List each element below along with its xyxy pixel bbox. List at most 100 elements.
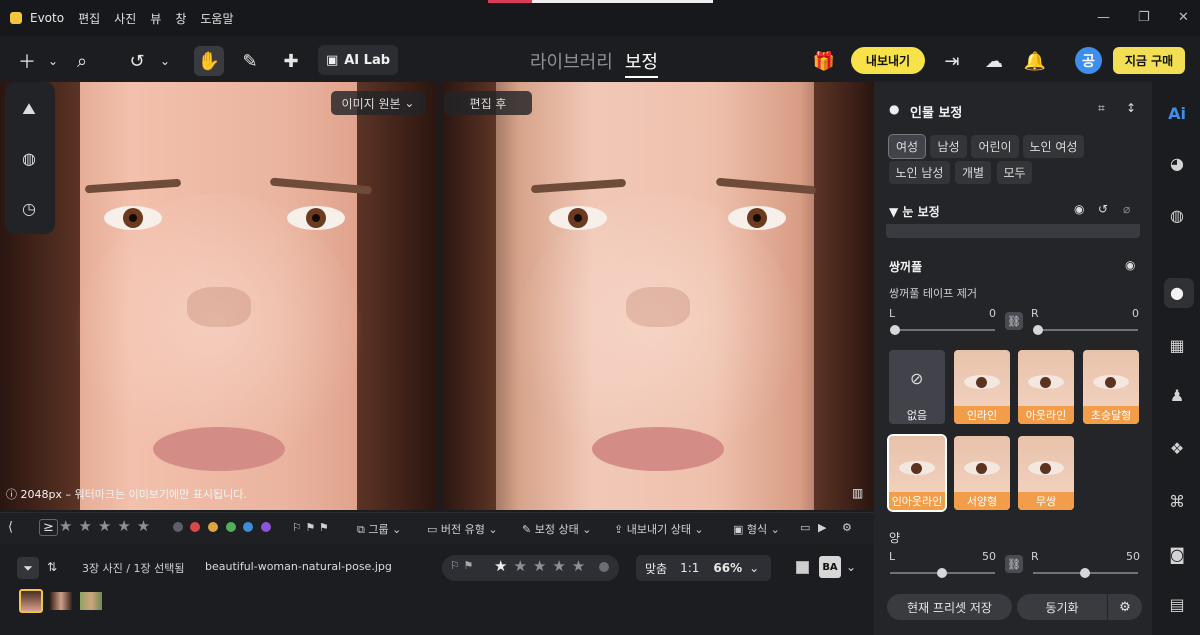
shirt-icon[interactable]: ♟: [1167, 386, 1187, 406]
chevron-down-icon[interactable]: ⌄: [846, 560, 856, 574]
sort-icon[interactable]: ⇅: [47, 560, 57, 574]
chip-elderly-female[interactable]: 노인 여성: [1023, 135, 1084, 158]
face-icon[interactable]: ●: [1167, 283, 1187, 303]
chip-male[interactable]: 남성: [930, 135, 967, 158]
eye-tool-strip[interactable]: [886, 224, 1140, 238]
tape-left-slider[interactable]: [890, 325, 995, 335]
hand-tool-icon[interactable]: ✋: [194, 46, 224, 76]
single-view-icon[interactable]: [796, 561, 809, 574]
more-filter-icon[interactable]: ▭: [800, 521, 810, 534]
filter-format[interactable]: ▣ 형식 ⌄: [733, 521, 780, 537]
cloud-icon[interactable]: ☁: [979, 46, 1009, 76]
double-lid-visibility-icon[interactable]: ◉: [1125, 258, 1135, 272]
right-arrow-icon[interactable]: ▶: [818, 521, 826, 534]
eraser-icon[interactable]: ⌀: [1123, 202, 1130, 216]
chevron-down-icon[interactable]: ⌄: [749, 561, 759, 575]
undo-icon[interactable]: ↺: [122, 46, 152, 76]
menu-window[interactable]: 창: [175, 10, 186, 27]
gift-icon[interactable]: 🎁: [809, 46, 839, 76]
link-icon[interactable]: ⛓: [1005, 555, 1023, 573]
avatar[interactable]: 공: [1075, 47, 1102, 74]
original-photo[interactable]: [0, 82, 437, 510]
scan-face-icon[interactable]: ⌗: [1098, 101, 1105, 116]
landscape-icon[interactable]: ⛰: [17, 99, 41, 123]
bell-icon[interactable]: 🔔: [1020, 46, 1050, 76]
color-yellow[interactable]: [208, 522, 218, 532]
filter-icon[interactable]: ⏷: [17, 557, 39, 579]
menu-view[interactable]: 뷰: [150, 10, 161, 27]
amount-left-slider[interactable]: [890, 568, 995, 578]
one-to-one-button[interactable]: 1:1: [680, 561, 699, 575]
texture-icon[interactable]: ◍: [1167, 206, 1187, 226]
original-view-select[interactable]: 이미지 원본 ⌄: [331, 91, 425, 115]
retouch-brush-icon[interactable]: ✎: [235, 46, 265, 76]
color-none[interactable]: [173, 522, 183, 532]
flag-pill-icons[interactable]: ⚐ ⚑: [450, 559, 473, 572]
preset-monolid[interactable]: 무쌍: [1018, 436, 1074, 510]
color-red[interactable]: [190, 522, 200, 532]
filter-edit-status[interactable]: ✎ 보정 상태 ⌄: [522, 521, 591, 537]
restore-icon[interactable]: ❐: [1138, 10, 1150, 25]
preset-outline[interactable]: 아웃라인: [1018, 350, 1074, 424]
split-view-icon[interactable]: ▥: [852, 486, 863, 500]
flag-icons[interactable]: ⚐ ⚑ ⚑: [292, 521, 329, 534]
close-icon[interactable]: ✕: [1178, 10, 1189, 25]
link-icon[interactable]: ⛓: [1005, 312, 1023, 330]
color-blue[interactable]: [243, 522, 253, 532]
save-preset-button[interactable]: 현재 프리셋 저장: [887, 594, 1012, 620]
menu-photo[interactable]: 사진: [114, 10, 136, 27]
chip-individual[interactable]: 개별: [955, 161, 991, 184]
filmstrip-thumb[interactable]: [80, 592, 102, 610]
compare-view-button[interactable]: BA: [819, 556, 841, 578]
left-arrow-icon[interactable]: ⟨: [8, 520, 13, 535]
preset-crescent[interactable]: 초승달형: [1083, 350, 1139, 424]
preset-none[interactable]: ⊘ 없음: [889, 350, 945, 424]
buy-now-button[interactable]: 지금 구매: [1113, 47, 1185, 74]
filter-export-status[interactable]: ⇪ 내보내기 상태 ⌄: [614, 521, 704, 537]
chip-female[interactable]: 여성: [888, 134, 926, 159]
crop-icon[interactable]: ⌘: [1167, 492, 1187, 512]
preset-inline[interactable]: 인라인: [954, 350, 1010, 424]
ai-icon[interactable]: Ai: [1167, 104, 1187, 124]
chip-child[interactable]: 어린이: [971, 135, 1019, 158]
color-green[interactable]: [226, 522, 236, 532]
menu-help[interactable]: 도움말: [200, 10, 233, 27]
chip-elderly-male[interactable]: 노인 남성: [889, 161, 950, 184]
history-icon[interactable]: ◷: [17, 199, 41, 223]
filmstrip-thumb[interactable]: [50, 592, 72, 610]
grid-icon[interactable]: ▦: [1167, 336, 1187, 356]
texture-icon[interactable]: ◍: [17, 149, 41, 173]
chevron-down-icon[interactable]: ⌄: [150, 46, 180, 76]
settings-icon[interactable]: ⚙: [842, 521, 852, 534]
sign-in-icon[interactable]: ⇥: [937, 46, 967, 76]
color-purple[interactable]: [261, 522, 271, 532]
sync-button[interactable]: 동기화: [1017, 594, 1107, 620]
reset-icon[interactable]: ↺: [1098, 202, 1108, 216]
edited-photo[interactable]: [441, 82, 874, 510]
palette-icon[interactable]: ◕: [1167, 154, 1187, 174]
eye-visibility-icon[interactable]: ◉: [1074, 202, 1084, 216]
eye-section-header[interactable]: ▼ 눈 보정: [889, 203, 940, 220]
paw-icon[interactable]: ❖: [1167, 439, 1187, 459]
camera-icon[interactable]: ◙: [1167, 545, 1187, 565]
search-icon[interactable]: ⌕: [67, 46, 97, 76]
filmstrip-thumb[interactable]: [19, 589, 43, 613]
swap-icon[interactable]: ↕: [1126, 101, 1136, 115]
filter-version[interactable]: ▭ 버전 유형 ⌄: [427, 521, 498, 537]
zoom-select[interactable]: 66%: [713, 561, 742, 575]
ai-lab-button[interactable]: ▣ AI Lab: [318, 45, 398, 75]
export-button[interactable]: 내보내기: [851, 47, 925, 74]
rating-compare-icon[interactable]: ≥: [39, 519, 58, 536]
preset-in-outline[interactable]: 인아웃라인: [887, 434, 947, 512]
chip-all[interactable]: 모두: [997, 161, 1032, 184]
filter-stars[interactable]: ★★★★★: [59, 517, 156, 535]
filter-group[interactable]: ⧉ 그룹 ⌄: [357, 521, 401, 537]
preset-western[interactable]: 서양형: [954, 436, 1010, 510]
amount-right-slider[interactable]: [1033, 568, 1138, 578]
sync-settings-icon[interactable]: ⚙: [1108, 594, 1142, 620]
fit-button[interactable]: 맞춤: [645, 560, 667, 577]
rating-stars[interactable]: ★★★★★: [494, 557, 591, 575]
menu-edit[interactable]: 편집: [78, 10, 100, 27]
tab-library[interactable]: 라이브러리: [530, 48, 613, 78]
bandage-icon[interactable]: ✚: [276, 46, 306, 76]
